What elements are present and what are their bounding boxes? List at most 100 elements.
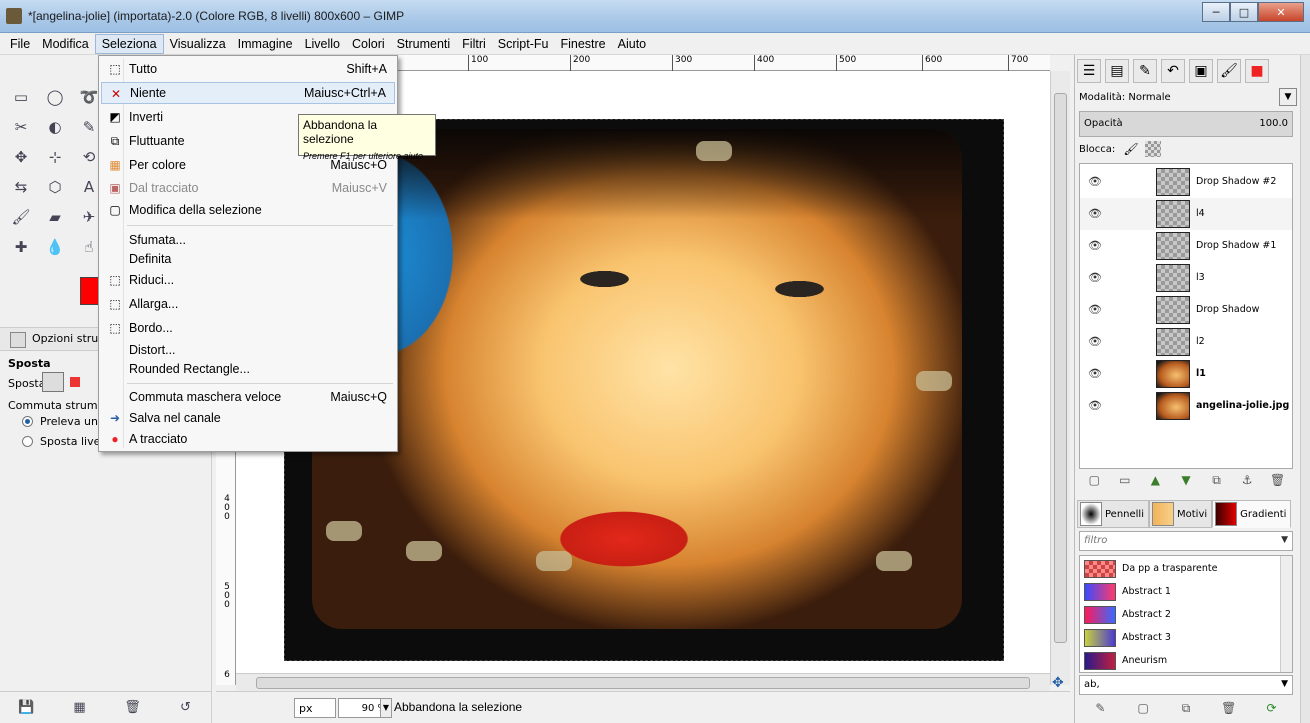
layers-tab-icon[interactable]: ☰ xyxy=(1077,59,1101,83)
heal-icon[interactable]: ✚ xyxy=(8,235,34,259)
tab-gradienti[interactable]: Gradienti xyxy=(1212,500,1292,528)
menu-visualizza[interactable]: Visualizza xyxy=(164,34,232,54)
undo-tab-icon[interactable]: ↶ xyxy=(1161,59,1185,83)
tab-pennelli[interactable]: Pennelli xyxy=(1077,500,1149,528)
filter-input[interactable]: filtro ▼ xyxy=(1079,531,1293,551)
layer-row[interactable]: 👁 Drop Shadow #2 xyxy=(1080,166,1292,198)
vertical-scroll-thumb[interactable] xyxy=(1054,93,1067,643)
menu-item-tutto[interactable]: ⬚ Tutto Shift+A xyxy=(101,58,395,80)
radio-pick-layer[interactable] xyxy=(22,416,33,427)
list-item[interactable]: Da pp a trasparente xyxy=(1082,558,1282,580)
horizontal-scrollbar[interactable] xyxy=(236,673,1050,691)
layer-row[interactable]: 👁 l4 xyxy=(1080,198,1292,230)
menu-livello[interactable]: Livello xyxy=(299,34,346,54)
duplicate-gradient-icon[interactable]: ⧉ xyxy=(1178,701,1194,716)
opacity-slider[interactable]: Opacità 100.0 xyxy=(1079,111,1293,137)
menu-item-maschera-veloce[interactable]: Commuta maschera veloce Maiusc+Q xyxy=(101,386,395,408)
menu-colori[interactable]: Colori xyxy=(346,34,391,54)
eye-icon[interactable]: 👁 xyxy=(1088,399,1102,412)
vertical-scrollbar[interactable] xyxy=(1050,71,1070,685)
layer-row[interactable]: 👁 Drop Shadow #1 xyxy=(1080,230,1292,262)
layer-row[interactable]: 👁 Drop Shadow xyxy=(1080,294,1292,326)
align-icon[interactable]: ⊹ xyxy=(42,145,68,169)
menu-aiuto[interactable]: Aiuto xyxy=(612,34,653,54)
eye-icon[interactable]: 👁 xyxy=(1088,335,1102,348)
paths-tab-icon[interactable]: ✎ xyxy=(1133,59,1157,83)
menu-file[interactable]: File xyxy=(4,34,36,54)
rect-select-icon[interactable]: ▭ xyxy=(8,85,34,109)
list-item[interactable]: Abstract 1 xyxy=(1082,581,1282,603)
channels-tab-icon[interactable]: ▤ xyxy=(1105,59,1129,83)
menu-finestre[interactable]: Finestre xyxy=(554,34,611,54)
layer-mode[interactable]: Modalità: Normale xyxy=(1079,92,1171,103)
eye-icon[interactable]: 👁 xyxy=(1088,207,1102,220)
refresh-gradients-icon[interactable]: ⟳ xyxy=(1264,701,1280,715)
menu-script-fu[interactable]: Script-Fu xyxy=(492,34,555,54)
eye-icon[interactable]: 👁 xyxy=(1088,239,1102,252)
flip-icon[interactable]: ⇆ xyxy=(8,175,34,199)
layer-row[interactable]: 👁 l1 xyxy=(1080,358,1292,390)
menu-filtri[interactable]: Filtri xyxy=(456,34,492,54)
close-button[interactable]: ✕ xyxy=(1258,2,1304,22)
eraser-icon[interactable]: ▰ xyxy=(42,205,68,229)
list-item[interactable]: Aneurism xyxy=(1082,650,1282,672)
new-layer-icon[interactable]: ▢ xyxy=(1086,473,1102,487)
menu-item-definita[interactable]: Definita xyxy=(101,248,395,270)
menu-item-modifica-selezione[interactable]: ▢ Modifica della selezione xyxy=(101,199,395,221)
duplicate-layer-icon[interactable]: ⧉ xyxy=(1209,473,1225,488)
blur-icon[interactable]: 💧 xyxy=(42,235,68,259)
foreground-color[interactable] xyxy=(80,277,100,305)
move-selection-toggle[interactable] xyxy=(70,377,80,387)
menu-item-salva-canale[interactable]: ➜ Salva nel canale xyxy=(101,407,395,429)
dock-scrollbar[interactable] xyxy=(1300,55,1310,723)
move-icon[interactable]: ✥ xyxy=(8,145,34,169)
zoom-dropdown-icon[interactable]: ▼ xyxy=(380,698,392,718)
restore-options-icon[interactable]: ▦ xyxy=(72,700,88,716)
menu-item-dal-tracciato[interactable]: ▣ Dal tracciato Maiusc+V xyxy=(101,177,395,199)
list-item[interactable]: Abstract 2 xyxy=(1082,604,1282,626)
layer-row[interactable]: 👁 angelina-jolie.jpg xyxy=(1080,390,1292,422)
edit-gradient-icon[interactable]: ✎ xyxy=(1092,701,1108,715)
images-tab-icon[interactable]: ▣ xyxy=(1189,59,1213,83)
maximize-button[interactable]: □ xyxy=(1230,2,1258,22)
gradients-scrollbar[interactable] xyxy=(1280,556,1292,672)
delete-layer-icon[interactable]: 🗑 xyxy=(1270,473,1286,487)
font-input[interactable]: ab, ▼ xyxy=(1079,675,1293,695)
foreground-select-icon[interactable]: ◐ xyxy=(42,115,68,139)
chevron-down-icon[interactable]: ▼ xyxy=(1281,535,1288,545)
lock-alpha-icon[interactable] xyxy=(1145,141,1161,157)
mode-dropdown-icon[interactable]: ▼ xyxy=(1279,88,1297,106)
list-item[interactable]: Abstract 3 xyxy=(1082,627,1282,649)
cage-icon[interactable]: ⬡ xyxy=(42,175,68,199)
menu-item-rounded-rectangle[interactable]: Rounded Rectangle... xyxy=(101,358,395,380)
layer-row[interactable]: 👁 l2 xyxy=(1080,326,1292,358)
ellipse-select-icon[interactable]: ◯ xyxy=(42,85,68,109)
menu-item-bordo[interactable]: ⬚ Bordo... xyxy=(101,317,395,339)
menu-item-a-tracciato[interactable]: ● A tracciato xyxy=(101,428,395,450)
navigate-icon[interactable]: ✥ xyxy=(1052,675,1064,691)
reset-options-icon[interactable]: ↺ xyxy=(178,700,194,716)
eye-icon[interactable]: 👁 xyxy=(1088,271,1102,284)
color-tab-icon[interactable]: ■ xyxy=(1245,59,1269,83)
save-options-icon[interactable]: 💾 xyxy=(18,700,34,716)
anchor-layer-icon[interactable]: ⚓ xyxy=(1239,473,1255,487)
delete-gradient-icon[interactable]: 🗑 xyxy=(1221,701,1237,715)
paintbrush-icon[interactable]: 🖌 xyxy=(8,205,34,229)
raise-layer-icon[interactable]: ▲ xyxy=(1147,473,1163,487)
menu-immagine[interactable]: Immagine xyxy=(232,34,299,54)
delete-options-icon[interactable]: 🗑 xyxy=(124,700,141,716)
menu-seleziona[interactable]: Seleziona xyxy=(94,33,164,54)
layer-row[interactable]: 👁 l3 xyxy=(1080,262,1292,294)
move-layer-toggle[interactable] xyxy=(42,372,64,392)
menu-modifica[interactable]: Modifica xyxy=(36,34,95,54)
eye-icon[interactable]: 👁 xyxy=(1088,175,1102,188)
lower-layer-icon[interactable]: ▼ xyxy=(1178,473,1194,487)
radio-move-layer[interactable] xyxy=(22,436,33,447)
menu-strumenti[interactable]: Strumenti xyxy=(391,34,457,54)
brush-tab-icon[interactable]: 🖌 xyxy=(1217,59,1241,83)
new-gradient-icon[interactable]: ▢ xyxy=(1135,701,1151,715)
chevron-down-icon[interactable]: ▼ xyxy=(1281,679,1288,689)
horizontal-scroll-thumb[interactable] xyxy=(256,677,1030,689)
scissors-icon[interactable]: ✂ xyxy=(8,115,34,139)
tab-motivi[interactable]: Motivi xyxy=(1149,500,1213,528)
